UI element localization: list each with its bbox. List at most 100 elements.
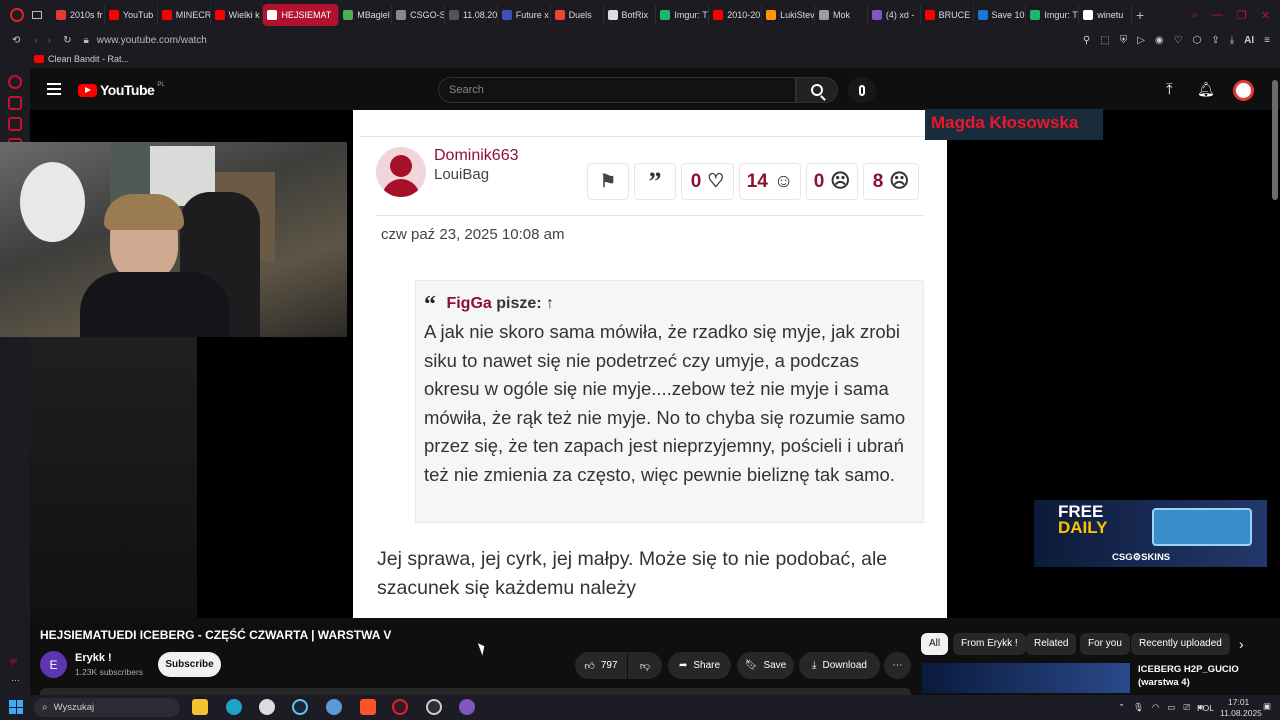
- browser-tab[interactable]: 2010s fr: [52, 4, 105, 26]
- shield-icon[interactable]: ⛨: [1120, 35, 1128, 46]
- search-tabs-icon[interactable]: ⌕: [1192, 9, 1198, 22]
- minimize-icon[interactable]: —: [1212, 9, 1223, 22]
- browser-tab[interactable]: Wielki k: [211, 4, 264, 26]
- start-windows-icon[interactable]: [9, 700, 23, 714]
- download-icon[interactable]: ⤓: [1230, 35, 1234, 46]
- angry-reaction[interactable]: 8 ☹: [863, 163, 919, 200]
- menu-icon[interactable]: ≡: [1264, 35, 1270, 46]
- window-controls[interactable]: ⌕ — ❐ ✕: [1192, 9, 1280, 22]
- keyboard-language[interactable]: POL: [1197, 703, 1214, 713]
- browser-tab[interactable]: BotRix: [604, 4, 657, 26]
- quote-button[interactable]: ”: [634, 163, 676, 200]
- more-actions-button[interactable]: ⋯: [884, 652, 911, 679]
- sidebar-bag-icon[interactable]: [8, 96, 22, 110]
- file-explorer-icon[interactable]: [192, 699, 208, 715]
- browser-tab[interactable]: Save 10: [974, 4, 1027, 26]
- opera-gx-icon[interactable]: [392, 699, 408, 715]
- chip-for-you[interactable]: For you: [1080, 633, 1130, 655]
- download-button[interactable]: ⤓ Download: [799, 652, 880, 679]
- new-tab-button[interactable]: +: [1136, 7, 1144, 23]
- browser-tab[interactable]: HEJSIEMAT: [263, 4, 340, 26]
- search-input[interactable]: Search: [438, 77, 796, 103]
- tray-network-icon[interactable]: ⎚: [1183, 702, 1190, 713]
- suggested-video-thumbnail[interactable]: [922, 663, 1130, 693]
- browser-tab[interactable]: MBagiel: [339, 4, 393, 26]
- forward-icon[interactable]: ›: [48, 35, 51, 46]
- browser-tab[interactable]: MINECR: [158, 4, 211, 26]
- browser-tab[interactable]: Imgur: T: [656, 4, 710, 26]
- channel-avatar[interactable]: E: [40, 651, 67, 678]
- browser-tab[interactable]: Mok: [815, 4, 868, 26]
- steam-icon[interactable]: [292, 699, 308, 715]
- play-icon[interactable]: ▷: [1137, 35, 1145, 46]
- save-button[interactable]: 🔖︎ Save: [737, 652, 794, 679]
- clock-time[interactable]: 17:01: [1228, 697, 1249, 707]
- dislike-button[interactable]: 👎︎: [628, 652, 662, 679]
- url-field[interactable]: www.youtube.com/watch: [97, 35, 207, 46]
- edge-browser-icon[interactable]: [226, 699, 242, 715]
- suggested-video-title[interactable]: ICEBERG H2P_GUCIO (warstwa 4): [1138, 663, 1278, 689]
- subscribe-button[interactable]: Subscribe: [158, 652, 221, 677]
- app-purple-icon[interactable]: [459, 699, 475, 715]
- notifications-bell-icon[interactable]: 🔔︎: [1197, 81, 1215, 98]
- pin-icon[interactable]: ⚲: [1083, 35, 1090, 46]
- like-button[interactable]: 👍︎ 797: [575, 652, 627, 679]
- tray-mic-icon[interactable]: 🎙︎: [1133, 702, 1144, 713]
- share-icon[interactable]: ⇪: [1211, 35, 1219, 46]
- obs-icon[interactable]: [426, 699, 442, 715]
- browser-tab[interactable]: Imgur: T: [1026, 4, 1080, 26]
- youtube-logo[interactable]: YouTube PL: [78, 82, 165, 98]
- smile-reaction[interactable]: 14 ☺: [739, 163, 801, 200]
- ai-button[interactable]: AI: [1244, 35, 1254, 46]
- browser-tab[interactable]: Duels: [551, 4, 604, 26]
- maximize-icon[interactable]: ❐: [1237, 9, 1247, 22]
- tray-icons[interactable]: ⌃ 🎙︎ ◠ ▭ ⎚ 🔊︎: [1118, 702, 1204, 713]
- chip-all[interactable]: All: [921, 633, 949, 655]
- like-reaction[interactable]: 0 ♡: [681, 163, 734, 200]
- extensions-icon[interactable]: ⬡: [1193, 35, 1202, 46]
- heart-icon[interactable]: ♡: [1174, 35, 1183, 46]
- settings-gear-icon[interactable]: [326, 699, 342, 715]
- sad-reaction[interactable]: 0 ☹: [806, 163, 858, 200]
- description-box[interactable]: [40, 688, 911, 695]
- channel-name[interactable]: Erykk !: [75, 652, 112, 664]
- sidebar-aria-icon[interactable]: [8, 75, 22, 89]
- chip-related[interactable]: Related: [1026, 633, 1077, 655]
- opera-logo-icon[interactable]: [10, 8, 24, 22]
- voice-search-button[interactable]: [848, 77, 876, 103]
- browser-tab[interactable]: 11.08.20: [445, 4, 498, 26]
- tray-display-icon[interactable]: ▭: [1167, 702, 1175, 713]
- create-icon[interactable]: ⤒: [1166, 81, 1173, 98]
- browser-tab[interactable]: CSGO-S: [392, 4, 445, 26]
- refresh-icon[interactable]: ↻: [63, 35, 71, 46]
- post-author[interactable]: Dominik663: [434, 147, 518, 165]
- browser-tab[interactable]: winetu: [1079, 4, 1132, 26]
- browser-tab[interactable]: (4) xd -: [868, 4, 921, 26]
- page-scrollbar[interactable]: [1272, 80, 1278, 200]
- share-button[interactable]: ➦ Share: [668, 652, 731, 679]
- browser-tab[interactable]: BRUCE: [921, 4, 974, 26]
- tray-wifi-icon[interactable]: ◠: [1152, 702, 1159, 713]
- snapshot-icon[interactable]: ⬚: [1100, 35, 1109, 46]
- browser-tab[interactable]: LukiStev: [762, 4, 815, 26]
- tab-overview-icon[interactable]: [32, 11, 42, 19]
- account-avatar[interactable]: [1233, 80, 1254, 101]
- app-icon[interactable]: [259, 699, 275, 715]
- chips-next-icon[interactable]: ›: [1239, 636, 1244, 652]
- hamburger-menu-icon[interactable]: [47, 83, 61, 95]
- camera-icon[interactable]: ◉: [1155, 35, 1164, 46]
- tray-chevron-icon[interactable]: ⌃: [1118, 702, 1125, 713]
- back-icon[interactable]: ‹: [34, 35, 37, 46]
- reload-icon[interactable]: ⟲: [12, 35, 20, 46]
- quote-author[interactable]: FigGa: [446, 295, 491, 312]
- browser-tab[interactable]: 2010-20: [709, 4, 763, 26]
- browser-tab[interactable]: YouTub: [105, 4, 158, 26]
- report-button[interactable]: ⚑: [587, 163, 629, 200]
- clock-date[interactable]: 11.08.2025: [1220, 708, 1262, 718]
- sidebar-more-icon[interactable]: ⋯: [11, 675, 20, 686]
- search-button[interactable]: [796, 77, 838, 103]
- taskbar-search[interactable]: ⌕ Wyszukaj: [34, 698, 180, 717]
- notification-icon[interactable]: ▣: [1263, 701, 1271, 712]
- bookmark-item[interactable]: Clean Bandit - Rat...: [48, 54, 129, 64]
- browser-tab[interactable]: Future x: [498, 4, 551, 26]
